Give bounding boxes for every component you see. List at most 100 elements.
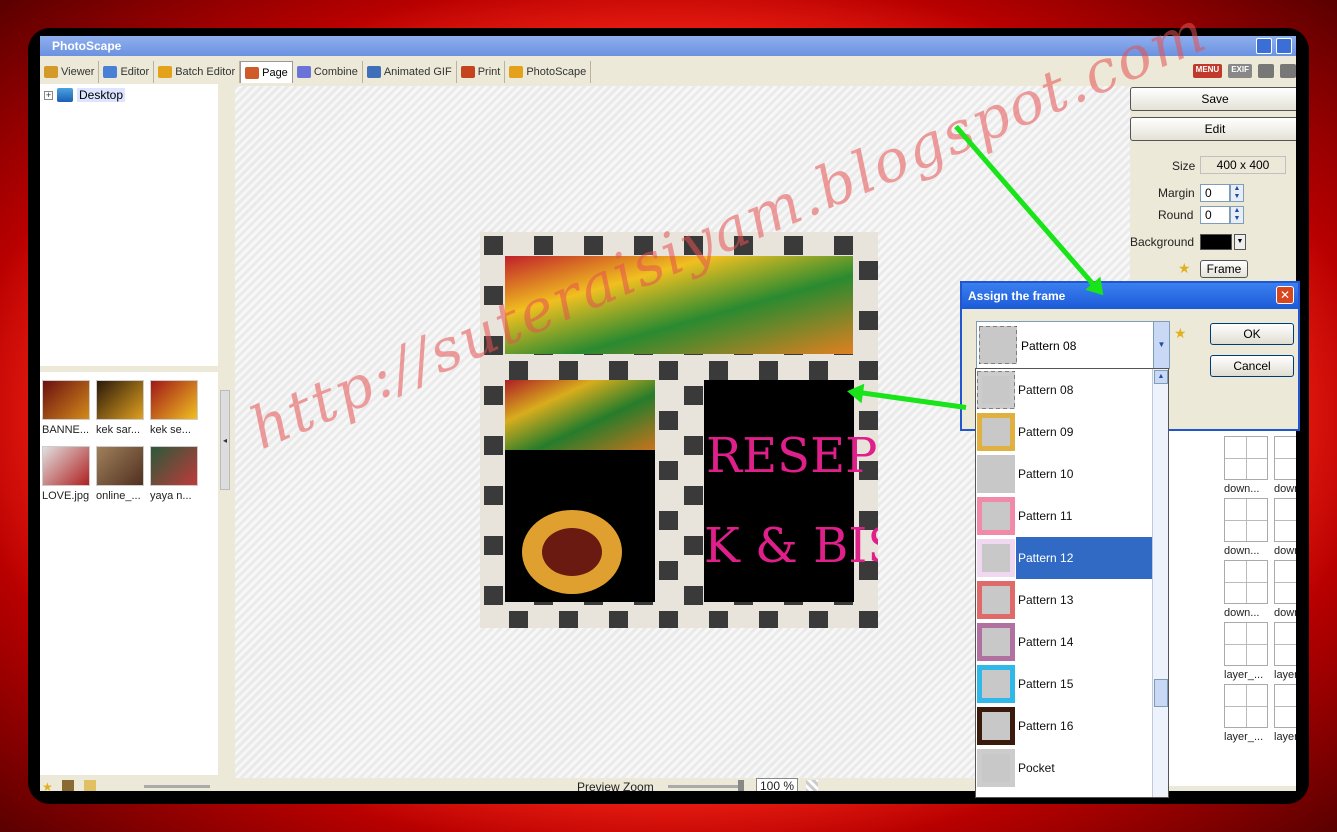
tab-viewer[interactable]: Viewer — [40, 61, 100, 83]
pattern-thumb-icon — [979, 326, 1017, 364]
round-spinner[interactable]: ▲ ▼ — [1230, 206, 1244, 224]
tab-combine[interactable]: Combine — [293, 61, 363, 83]
tab-photoscape[interactable]: PhotoScape — [505, 61, 592, 83]
tree-item-label: Desktop — [77, 88, 126, 102]
cancel-button[interactable]: Cancel — [1210, 355, 1294, 377]
dropdown-item-label: Pattern 13 — [1018, 593, 1074, 607]
layout-item[interactable]: layer_... — [1274, 622, 1296, 681]
layout-item[interactable]: down... — [1224, 498, 1268, 557]
round-label: Round — [1158, 208, 1194, 222]
chevron-down-icon[interactable]: ▼ — [1153, 322, 1169, 368]
tab-batch-editor[interactable]: Batch Editor — [154, 61, 241, 83]
background-color-swatch[interactable] — [1200, 234, 1232, 250]
layout-item[interactable]: down... — [1274, 498, 1296, 557]
thumbnail-caption: LOVE.jpg — [42, 490, 90, 502]
thumbnail-caption: kek se... — [150, 424, 191, 436]
tab-page[interactable]: Page — [240, 61, 293, 83]
dropdown-scrollbar[interactable]: ▲ — [1152, 369, 1168, 797]
layout-caption: down... — [1274, 607, 1296, 619]
tab-label: Print — [477, 66, 501, 78]
layout-item[interactable]: layer_... — [1224, 622, 1268, 681]
layout-item[interactable]: layer_... — [1224, 684, 1268, 743]
thumbnail-item[interactable]: BANNE... — [42, 380, 90, 436]
margin-spinner[interactable]: ▲ ▼ — [1230, 184, 1244, 202]
tab-animated-gif[interactable]: Animated GIF — [363, 61, 457, 83]
thumbnail-image — [42, 446, 90, 486]
edit-button[interactable]: Edit — [1130, 117, 1296, 141]
dropdown-item-label: Pattern 10 — [1018, 467, 1074, 481]
dropdown-item[interactable]: Pattern 16 — [976, 705, 1152, 747]
layout-caption: layer_... — [1274, 669, 1296, 681]
rotate-icon[interactable] — [62, 780, 74, 791]
layout-item[interactable]: down... — [1224, 436, 1268, 495]
thumbnail-item[interactable]: yaya n... — [150, 446, 198, 502]
layout-item[interactable]: layer_... — [1274, 684, 1296, 743]
layout-preview — [1274, 498, 1296, 542]
dropdown-item[interactable]: Pattern 08 — [976, 369, 1152, 411]
frame-select[interactable]: Pattern 08 ▼ — [976, 321, 1170, 369]
star-icon[interactable]: ★ — [1178, 260, 1191, 277]
dropdown-item[interactable]: Pattern 12 — [976, 537, 1152, 579]
preview-zoom-slider[interactable] — [668, 780, 744, 791]
collage-text-1: RESEPI — [706, 428, 878, 484]
thumbnail-item[interactable]: kek se... — [150, 380, 198, 436]
expand-icon[interactable]: + — [44, 90, 53, 100]
scroll-up-icon[interactable]: ▲ — [1154, 370, 1168, 384]
dropdown-item[interactable]: Pattern 11 — [976, 495, 1152, 537]
tab-print[interactable]: Print — [457, 61, 506, 83]
slideshow-icon[interactable] — [1258, 64, 1274, 78]
save-button[interactable]: Save — [1130, 87, 1296, 111]
thumbnail-item[interactable]: LOVE.jpg — [42, 446, 90, 502]
background-dropdown[interactable]: ▼ — [1234, 234, 1246, 250]
thumb-size-slider[interactable] — [144, 785, 210, 788]
dialog-close-button[interactable]: ✕ — [1276, 286, 1294, 304]
thumbnail-item[interactable]: kek sar... — [96, 380, 144, 436]
size-label: Size — [1172, 159, 1196, 173]
thumbnail-item[interactable]: online_... — [96, 446, 144, 502]
tree-item-desktop[interactable]: + Desktop — [44, 88, 126, 102]
layout-item[interactable]: down... — [1274, 436, 1296, 495]
layout-caption: down... — [1224, 483, 1260, 495]
dropdown-item[interactable]: Pattern 14 — [976, 621, 1152, 663]
dropdown-item[interactable]: Pattern 10 — [976, 453, 1152, 495]
exif-button[interactable]: EXIF — [1228, 64, 1252, 78]
layout-item[interactable]: down... — [1224, 560, 1268, 619]
thumbnail-image — [96, 446, 144, 486]
tab-label: Animated GIF — [383, 66, 452, 78]
layout-preview — [1224, 498, 1268, 542]
collage-text-2: K & BIS — [704, 518, 878, 574]
dropdown-item[interactable]: Pocket — [976, 747, 1152, 789]
star-icon[interactable]: ★ — [42, 780, 54, 791]
scroll-thumb[interactable] — [1154, 679, 1168, 707]
layout-caption: down... — [1224, 545, 1260, 557]
transparency-icon[interactable] — [806, 780, 818, 791]
page-icon — [245, 66, 260, 79]
ok-button[interactable]: OK — [1210, 323, 1294, 345]
layout-preview — [1224, 684, 1268, 728]
dropdown-item[interactable]: Pattern 09 — [976, 411, 1152, 453]
thumbnail-caption: yaya n... — [150, 490, 192, 502]
layout-item[interactable]: down... — [1274, 560, 1296, 619]
preview-zoom-value: 100 % — [756, 778, 799, 791]
frame-button[interactable]: Frame — [1200, 260, 1248, 278]
margin-input[interactable]: 0 — [1200, 184, 1230, 202]
maximize-button[interactable] — [1276, 38, 1292, 54]
size-field: 400 x 400 — [1200, 156, 1286, 174]
minimize-button[interactable] — [1256, 38, 1272, 54]
copy-icon[interactable] — [1280, 64, 1296, 78]
panel-splitter[interactable]: ◂ — [220, 390, 230, 490]
window-controls — [1256, 38, 1292, 54]
tab-label: Editor — [120, 66, 150, 78]
round-input[interactable]: 0 — [1200, 206, 1230, 224]
layout-caption: layer_... — [1224, 731, 1264, 743]
dropdown-item-label: Pocket — [1018, 761, 1055, 775]
tab-editor[interactable]: Editor — [99, 61, 155, 83]
dialog-title: Assign the frame — [962, 283, 1298, 309]
dropdown-item[interactable]: Pattern 13 — [976, 579, 1152, 621]
star-icon[interactable]: ★ — [1174, 325, 1187, 342]
batch-editor-icon — [158, 66, 173, 78]
pattern-thumb-icon — [977, 749, 1015, 787]
print-icon — [460, 66, 475, 78]
folder-icon[interactable] — [84, 780, 96, 791]
dropdown-item[interactable]: Pattern 15 — [976, 663, 1152, 705]
